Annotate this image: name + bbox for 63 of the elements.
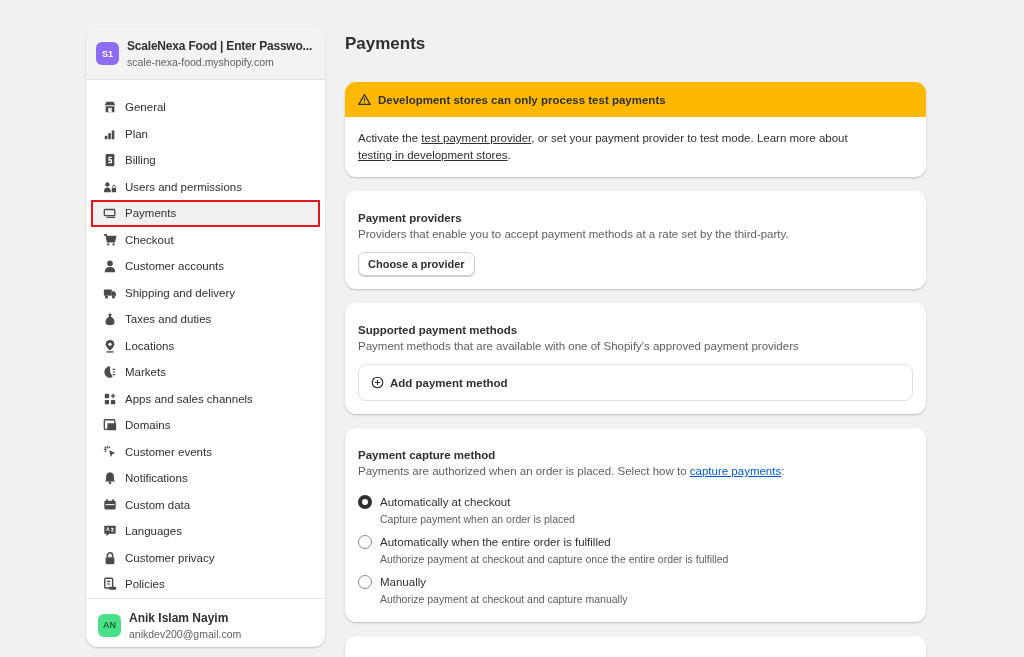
option-label[interactable]: Manually bbox=[380, 576, 427, 588]
sidebar-item[interactable]: Payments bbox=[91, 200, 320, 227]
sidebar-item[interactable]: Languages bbox=[91, 518, 320, 545]
option-hint: Authorize payment at checkout and capture manually bbox=[380, 593, 629, 605]
apps-icon bbox=[103, 391, 117, 406]
store-avatar: S1 bbox=[96, 42, 119, 65]
section-description: Providers that enable you to accept payment methods at a rate set by the third-party. bbox=[358, 228, 789, 240]
sidebar-item[interactable]: Shipping and delivery bbox=[91, 279, 320, 306]
section-title: Payment capture method bbox=[358, 449, 496, 461]
section-title: Supported payment methods bbox=[358, 324, 518, 336]
users-icon bbox=[103, 179, 117, 194]
add-payment-method-button[interactable]: Add payment method bbox=[358, 364, 913, 401]
choose-provider-button[interactable]: Choose a provider bbox=[358, 252, 475, 276]
page-title: Payments bbox=[345, 34, 427, 54]
cursor-icon bbox=[103, 444, 117, 459]
sidebar-item[interactable]: Checkout bbox=[91, 226, 320, 253]
radio-button[interactable] bbox=[358, 575, 372, 589]
sidebar-item[interactable]: Customer events bbox=[91, 438, 320, 465]
section-description: Payment methods that are available with one of Shopify's approved payment providers bbox=[358, 340, 799, 352]
document-icon bbox=[103, 577, 117, 592]
sidebar-item[interactable]: Customer privacy bbox=[91, 544, 320, 571]
sidebar-item[interactable]: General bbox=[91, 94, 320, 121]
option-label[interactable]: Automatically when the entire order is fulfilled bbox=[380, 536, 611, 548]
section-title: Payment providers bbox=[358, 212, 462, 224]
sidebar-item[interactable]: Custom data bbox=[91, 491, 320, 518]
radio-button[interactable] bbox=[358, 535, 372, 549]
sidebar-item[interactable]: Billing bbox=[91, 147, 320, 174]
sidebar-item[interactable]: Plan bbox=[91, 120, 320, 147]
window-icon bbox=[103, 418, 117, 433]
link[interactable]: testing in development stores bbox=[358, 149, 508, 161]
sidebar-item[interactable]: Markets bbox=[91, 359, 320, 386]
sidebar-item[interactable]: Policies bbox=[91, 571, 320, 598]
link[interactable]: test payment provider bbox=[421, 132, 532, 144]
store-icon bbox=[103, 100, 117, 115]
user-name: Anik Islam Nayim bbox=[129, 610, 229, 626]
dollar-icon bbox=[103, 153, 117, 168]
store-domain: scale-nexa-food.myshopify.com bbox=[127, 56, 275, 68]
warning-text: Activate the test payment provider, or set your payment provider to test mode. Learn more about testing in development stores. bbox=[358, 131, 849, 163]
pin-icon bbox=[103, 338, 117, 353]
user-email: anikdev200@gmail.com bbox=[129, 627, 242, 640]
sidebar-item[interactable]: Locations bbox=[91, 332, 320, 359]
option-label[interactable]: Automatically at checkout bbox=[380, 496, 511, 508]
bag-icon bbox=[103, 312, 117, 327]
user-avatar: AN bbox=[98, 613, 121, 637]
cart-icon bbox=[103, 232, 117, 247]
bell-icon bbox=[103, 471, 117, 486]
sidebar-item[interactable]: Taxes and duties bbox=[91, 306, 320, 333]
radio-button[interactable] bbox=[358, 495, 372, 509]
person-icon bbox=[103, 259, 117, 274]
store-name: ScaleNexa Food | Enter Passwo... bbox=[127, 39, 313, 54]
option-hint: Authorize payment at checkout and capture once the entire order is fulfilled bbox=[380, 553, 729, 565]
warning-title: Development stores can only process test payments bbox=[378, 93, 666, 106]
lock-icon bbox=[103, 550, 117, 565]
warning-icon bbox=[358, 93, 371, 106]
sidebar-item[interactable]: Customer accounts bbox=[91, 253, 320, 280]
option-hint: Capture payment when an order is placed bbox=[380, 513, 576, 525]
plus-circle-icon bbox=[371, 376, 384, 389]
section-description: Payments are authorized when an order is placed. Select how to capture payments: bbox=[358, 465, 785, 477]
sidebar-item[interactable]: Domains bbox=[91, 412, 320, 439]
sidebar-item[interactable]: Notifications bbox=[91, 465, 320, 492]
sidebar-item[interactable]: Apps and sales channels bbox=[91, 385, 320, 412]
sidebar-item[interactable]: Users and permissions bbox=[91, 173, 320, 200]
calendar-icon bbox=[103, 497, 117, 512]
